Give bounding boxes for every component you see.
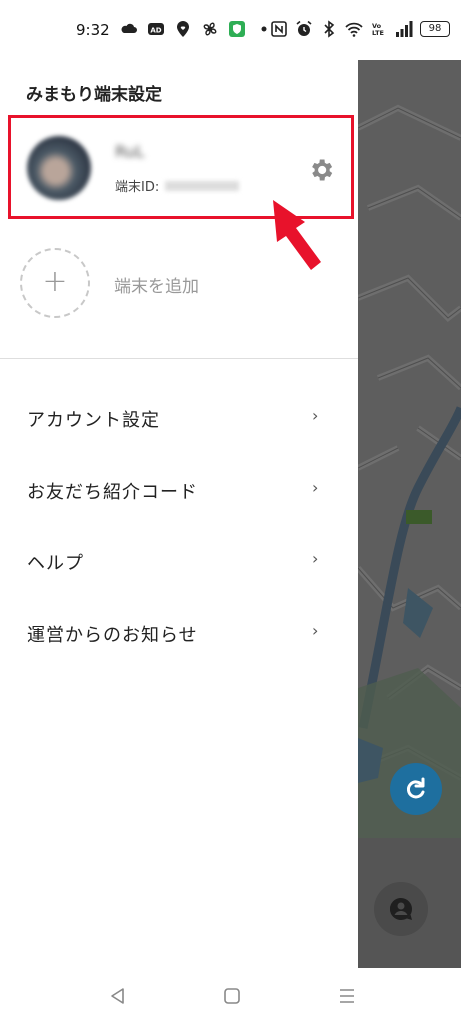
system-nav-bar (0, 968, 461, 1024)
ad-icon: AD (148, 23, 164, 35)
menu-item-label: 運営からのお知らせ (27, 625, 198, 646)
alarm-icon (296, 20, 312, 36)
highlight-arrow-icon (273, 200, 321, 270)
menu-item-account-settings[interactable]: アカウント設定 › (0, 388, 358, 448)
plus-icon: + (42, 264, 68, 299)
menu-item-label: アカウント設定 (27, 410, 160, 431)
menu-item-label: ヘルプ (27, 553, 84, 574)
menu-item-announcements[interactable]: 運営からのお知らせ › (0, 603, 358, 663)
status-right-icons: Vo LTE 98 (270, 20, 450, 38)
recent-menu-icon[interactable] (337, 986, 357, 1006)
back-triangle-icon[interactable] (108, 986, 128, 1006)
home-square-icon[interactable] (222, 986, 242, 1006)
menu-item-label: お友だち紹介コード (27, 482, 198, 503)
map-roads (358, 48, 461, 968)
battery-icon: 98 (420, 21, 450, 37)
device-id-label: 端末ID: (115, 180, 160, 195)
divider (0, 358, 358, 359)
refresh-button[interactable] (390, 763, 442, 815)
svg-text:LTE: LTE (372, 29, 384, 37)
nfc-icon (271, 21, 287, 37)
drawer-title: みまもり端末設定 (26, 85, 162, 105)
signal-icon (396, 21, 413, 37)
device-avatar[interactable] (27, 136, 91, 200)
device-name: RuL (115, 142, 145, 161)
add-device-label: 端末を追加 (114, 277, 199, 297)
menu-item-help[interactable]: ヘルプ › (0, 531, 358, 591)
menu-item-referral-code[interactable]: お友だち紹介コード › (0, 460, 358, 520)
status-bar: 9:32 AD Vo LTE 98 (0, 0, 461, 60)
device-id-row: 端末ID: (115, 176, 240, 195)
status-time: 9:32 (76, 21, 110, 39)
svg-text:AD: AD (150, 27, 161, 35)
wifi-icon (345, 22, 363, 37)
map-view[interactable] (358, 48, 461, 968)
gear-icon[interactable] (307, 156, 335, 184)
chevron-right-icon: › (312, 621, 319, 640)
volte-icon: VoLTE (372, 22, 384, 37)
chevron-right-icon: › (312, 549, 319, 568)
shield-check-icon (229, 21, 245, 37)
cloud-icon (121, 23, 137, 33)
refresh-icon (407, 777, 425, 799)
person-chat-icon (390, 898, 412, 921)
location-heart-icon (177, 21, 189, 37)
chevron-right-icon: › (312, 478, 319, 497)
device-id-value (165, 180, 240, 191)
fan-icon (203, 22, 217, 36)
person-chat-button[interactable] (374, 882, 428, 936)
status-left-icons: AD (120, 20, 273, 38)
bluetooth-icon (324, 20, 335, 38)
chevron-right-icon: › (312, 406, 319, 425)
